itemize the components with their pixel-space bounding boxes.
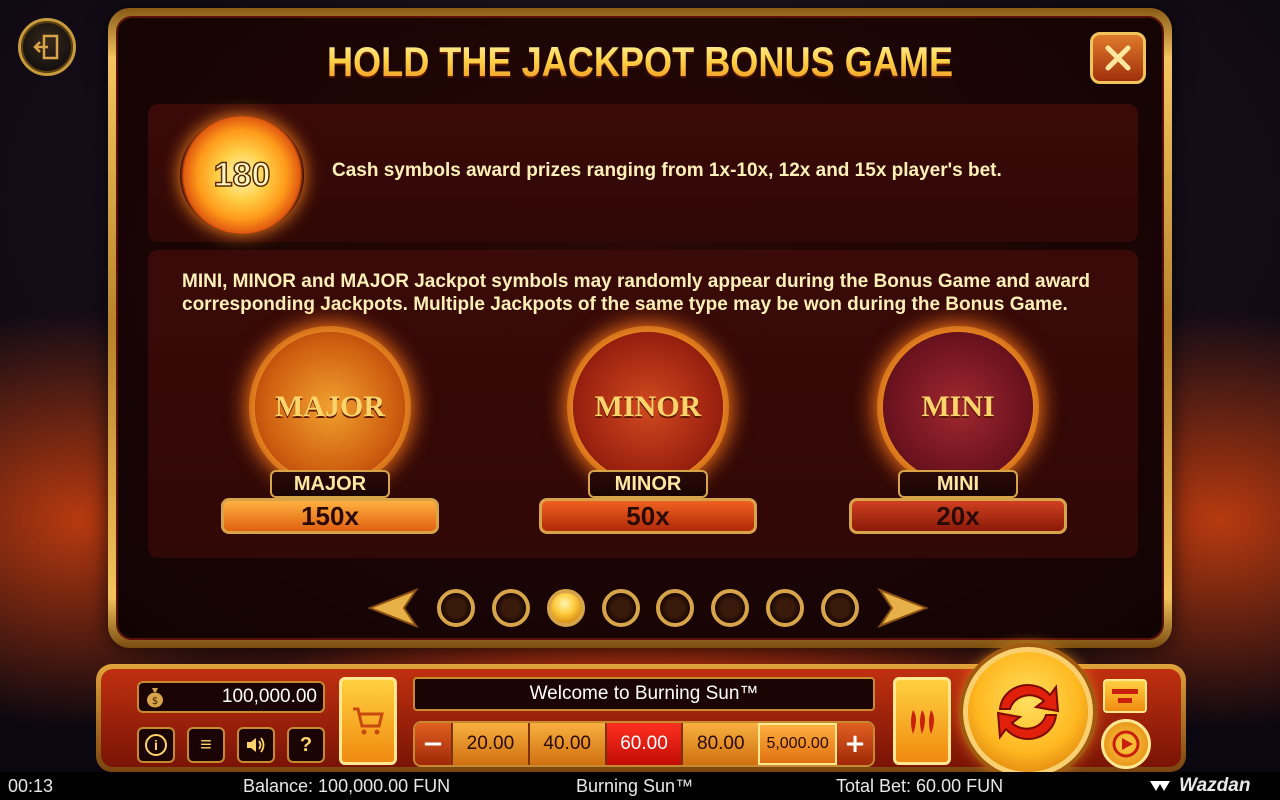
brand-name: Wazdan <box>1179 775 1251 796</box>
help-button[interactable]: ? <box>287 727 325 763</box>
mini-symbol-text: MINI <box>921 390 995 423</box>
cash-symbol-value: 180 <box>213 155 271 195</box>
bet-option[interactable]: 40.00 <box>527 723 605 765</box>
modal-title: HOLD THE JACKPOT BONUS GAME <box>191 38 1089 86</box>
mini-value: 20x <box>849 498 1067 534</box>
bet-option[interactable]: 80.00 <box>681 723 759 765</box>
sound-button[interactable] <box>237 727 275 763</box>
info-button[interactable]: i <box>137 727 175 763</box>
minor-symbol-icon: MINOR <box>573 332 723 482</box>
next-page-arrow-icon[interactable] <box>876 588 928 628</box>
decrease-bet-button[interactable]: − <box>415 723 451 765</box>
page-dot-2[interactable] <box>491 589 530 627</box>
major-label: MAJOR <box>270 470 390 498</box>
clock: 00:13 <box>8 775 54 796</box>
balance-value: 100,000.00 <box>221 686 317 707</box>
info-icon: i <box>145 734 167 756</box>
page-dot-4[interactable] <box>601 589 640 627</box>
help-icon: ? <box>299 733 313 756</box>
close-button[interactable] <box>1090 32 1146 84</box>
jackpot-minor: MINOR MINOR 50x <box>538 332 758 534</box>
minor-label: MINOR <box>588 470 708 498</box>
message-bar: Welcome to Burning Sun™ <box>413 677 875 711</box>
cash-symbol-description: Cash symbols award prizes ranging from 1… <box>332 160 1002 181</box>
bet-option[interactable]: 20.00 <box>451 723 528 765</box>
page-navigation <box>368 586 928 630</box>
spin-button[interactable] <box>963 647 1093 777</box>
svg-text:$: $ <box>152 696 158 707</box>
close-icon <box>1105 45 1131 71</box>
cart-icon <box>353 707 384 735</box>
game-name: Burning Sun™ <box>576 775 694 796</box>
money-bag-icon: $ <box>147 688 163 708</box>
autoplay-button[interactable] <box>1101 719 1151 769</box>
console-body: $ 100,000.00 i ≡ ? Welcome to Burning Su… <box>101 647 1181 777</box>
modal-body: HOLD THE JACKPOT BONUS GAME 180 Cash sym… <box>116 16 1164 640</box>
paytable-modal: HOLD THE JACKPOT BONUS GAME 180 Cash sym… <box>108 8 1172 648</box>
page-dot-6[interactable] <box>711 589 750 627</box>
page-dot-8[interactable] <box>821 589 859 627</box>
autoplay-icon <box>1112 730 1140 758</box>
brand-logo: Wazdan <box>1150 775 1250 797</box>
menu-button[interactable]: ≡ <box>187 727 225 763</box>
jackpot-description: MINI, MINOR and MAJOR Jackpot symbols ma… <box>182 271 1090 315</box>
prev-page-arrow-icon[interactable] <box>368 588 420 628</box>
page-dot-3-active[interactable] <box>546 589 585 627</box>
turbo-button[interactable] <box>1103 679 1147 713</box>
buy-feature-button[interactable] <box>339 677 397 765</box>
cash-symbol-panel: 180 Cash symbols award prizes ranging fr… <box>148 104 1138 242</box>
major-symbol-icon: MAJOR <box>255 332 405 482</box>
page-dot-1[interactable] <box>436 589 475 627</box>
minor-symbol-text: MINOR <box>594 390 702 423</box>
minor-value: 50x <box>539 498 757 534</box>
turbo-icon <box>1112 689 1138 703</box>
volatility-button[interactable] <box>893 677 951 765</box>
jackpot-major: MAJOR MAJOR 150x <box>220 332 440 534</box>
exit-button[interactable] <box>18 18 76 76</box>
sound-icon <box>247 737 265 753</box>
bet-selector: − 20.00 40.00 60.00 80.00 5,000.00 + <box>413 721 875 767</box>
menu-icon: ≡ <box>200 733 212 756</box>
exit-icon <box>33 34 59 60</box>
major-symbol-text: MAJOR <box>275 390 385 423</box>
jackpot-panel: MINI, MINOR and MAJOR Jackpot symbols ma… <box>148 250 1138 558</box>
spin-icon <box>996 683 1060 741</box>
jackpot-mini: MINI MINI 20x <box>848 332 1068 534</box>
game-console: $ 100,000.00 i ≡ ? Welcome to Burning Su… <box>96 647 1186 777</box>
bet-option-selected[interactable]: 60.00 <box>604 723 682 765</box>
bet-option-max[interactable]: 5,000.00 <box>758 723 837 765</box>
page-dot-5[interactable] <box>656 589 695 627</box>
mini-symbol-icon: MINI <box>883 332 1033 482</box>
status-bar: 00:13 Balance: 100,000.00 FUN Burning Su… <box>0 772 1280 800</box>
mini-label: MINI <box>898 470 1018 498</box>
wazdan-logo-icon <box>1150 781 1170 791</box>
increase-bet-button[interactable]: + <box>836 723 873 765</box>
status-balance: Balance: 100,000.00 FUN <box>243 775 451 796</box>
page-dot-7[interactable] <box>766 589 805 627</box>
major-value: 150x <box>221 498 439 534</box>
cash-symbol-icon: 180 <box>180 116 304 234</box>
chili-icon <box>911 710 934 734</box>
balance-display: $ 100,000.00 <box>137 681 325 713</box>
status-total-bet: Total Bet: 60.00 FUN <box>836 775 1004 796</box>
